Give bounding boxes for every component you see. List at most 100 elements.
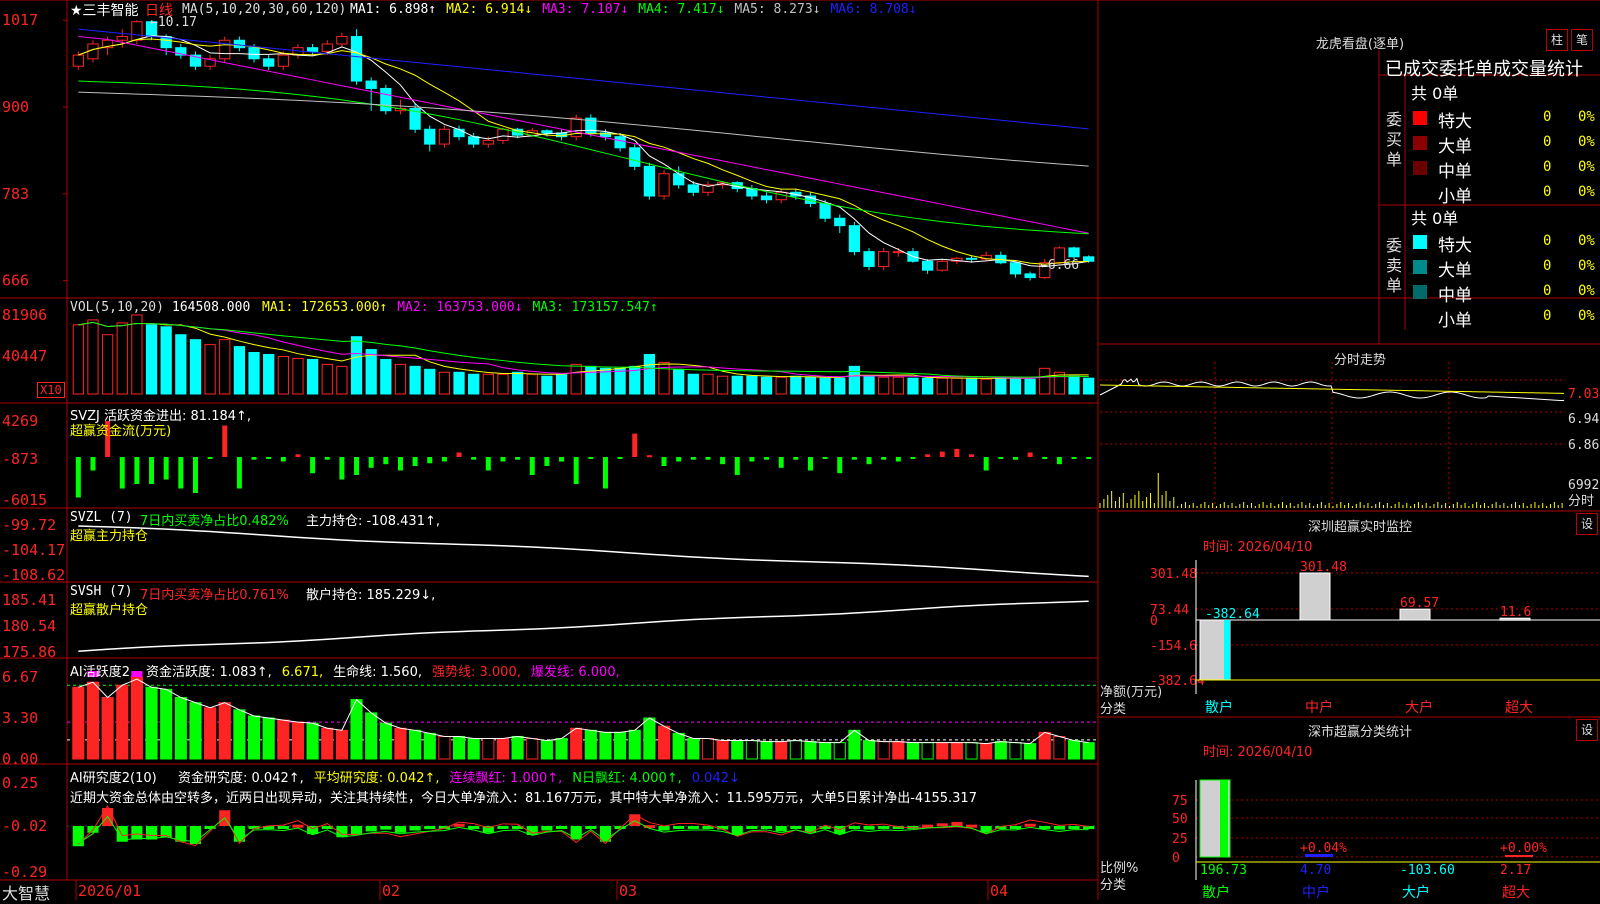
volume-bar xyxy=(468,373,480,395)
ma-value-4: MA4: 7.417↓ xyxy=(638,2,725,17)
sz-monitor-settings-button[interactable]: 设 xyxy=(1576,513,1598,535)
svzj-bar xyxy=(266,457,272,459)
svzj-bar xyxy=(939,451,945,457)
active-bar xyxy=(657,725,671,760)
research-bar xyxy=(658,826,670,831)
active-bar xyxy=(994,741,1007,760)
active-bar xyxy=(423,732,436,760)
sz-monitor-axis-label-2: 分类 xyxy=(1100,702,1127,717)
sell-row-pct-4: 0% xyxy=(1578,308,1595,324)
volume-bar xyxy=(263,353,275,395)
active-bar xyxy=(862,740,876,760)
svzj-bar xyxy=(661,457,667,466)
volume-bar xyxy=(248,352,260,395)
active-bar xyxy=(584,729,597,760)
ai-active-item-2: 6.671, xyxy=(281,665,324,680)
volume-bar xyxy=(277,355,289,395)
sell-row-count-2: 0 xyxy=(1543,258,1552,274)
sz-classify-pct-label: +0.00% xyxy=(1500,841,1547,856)
svzj-bar xyxy=(295,454,301,457)
active-bar xyxy=(526,738,539,760)
volume-bar xyxy=(775,376,787,395)
research-bar xyxy=(409,826,421,831)
research-bar xyxy=(922,824,934,828)
active-bar xyxy=(72,686,85,760)
active-bar xyxy=(262,717,275,760)
sz-classify-title: 深市超赢分类统计 xyxy=(1307,725,1412,740)
active-bar xyxy=(189,702,202,760)
active-bar xyxy=(233,709,246,760)
active-bar xyxy=(1067,740,1081,760)
svzj-bar xyxy=(310,457,316,474)
buy-row-swatch-2 xyxy=(1413,136,1427,150)
volume-bar xyxy=(702,373,714,395)
volume-bar xyxy=(951,377,963,395)
price-tick-label: 783 xyxy=(2,185,29,203)
volume-bar xyxy=(101,334,114,395)
candle-body xyxy=(424,128,436,145)
svsh-title-c: 散户持仓: 185.229↓, xyxy=(306,588,436,603)
svzl-tick-label: -99.72 xyxy=(2,516,56,534)
research-tick-label: 0.25 xyxy=(2,774,38,792)
volume-bar xyxy=(892,376,904,395)
active-bar xyxy=(277,719,290,760)
intraday-tick-label: 6.94 xyxy=(1568,412,1599,427)
vol-tick-label: 81906 xyxy=(2,306,47,324)
volume-bar xyxy=(980,378,992,395)
active-bar xyxy=(877,741,890,760)
period-label[interactable]: 日线 xyxy=(145,0,173,20)
burst-marker xyxy=(131,671,143,677)
svzj-bar xyxy=(324,457,330,460)
ma-indicator-name: MA(5,10,20,30,60,120) xyxy=(182,2,347,17)
svzj-bar xyxy=(1086,457,1092,459)
research-bar xyxy=(131,826,143,840)
sell-total: 共 0单 xyxy=(1411,209,1459,228)
stroke-view-button[interactable]: 笔 xyxy=(1571,29,1593,51)
svzj-bar xyxy=(720,457,726,465)
svsh-tick-label: 175.86 xyxy=(2,643,56,661)
market-chart-canvas[interactable]: 1017900783666←10.17←6.6681906404474269-8… xyxy=(0,0,1600,900)
candle-body xyxy=(687,184,699,193)
ma3-line xyxy=(78,36,1089,234)
svzj-bar xyxy=(1027,452,1033,457)
svzj-bar xyxy=(529,457,535,475)
active-bar xyxy=(247,715,261,760)
column-view-button[interactable]: 柱 xyxy=(1546,29,1568,51)
active-bar xyxy=(1024,743,1037,760)
volume-bar xyxy=(321,363,333,395)
volume-bar xyxy=(189,339,202,395)
svzj-bar xyxy=(471,457,477,460)
sz-classify-settings-button[interactable]: 设 xyxy=(1576,719,1598,741)
svzj-bar xyxy=(163,457,169,480)
active-bar xyxy=(496,738,510,760)
candle-body xyxy=(1024,273,1036,279)
svsh-line xyxy=(78,600,1089,652)
svzj-bar xyxy=(910,457,916,459)
volume-bar xyxy=(511,371,524,395)
ma-value-1: MA1: 6.898↑ xyxy=(350,2,437,17)
volume-bar xyxy=(1083,377,1095,395)
x-axis-label: 02 xyxy=(382,882,400,900)
sz-classify-category: 大户 xyxy=(1402,884,1430,900)
active-bar xyxy=(160,688,173,760)
active-bar xyxy=(379,722,392,760)
ma5-line xyxy=(78,91,1089,167)
svsh-tick-label: 185.41 xyxy=(2,591,56,609)
volume-bar xyxy=(907,377,919,395)
candle-body xyxy=(482,139,494,145)
active-bar xyxy=(204,707,217,760)
ai-research-values: 资金研究度: 0.042↑, 平均研究度: 0.042↑, 连续飘红: 1.000↑… xyxy=(178,767,750,786)
active-bar xyxy=(409,729,422,760)
ma2-line xyxy=(78,38,1089,265)
active-bar xyxy=(291,721,305,760)
candle-body xyxy=(629,147,641,167)
volume-bar xyxy=(673,368,685,395)
sz-classify-category: 散户 xyxy=(1202,884,1230,900)
ai-active-item-1: 资金活跃度: 1.083↑, xyxy=(146,665,272,680)
active-bar xyxy=(819,742,832,760)
sell-row-count-3: 0 xyxy=(1543,283,1552,299)
candle-body xyxy=(263,58,275,67)
active-bar xyxy=(365,712,378,760)
volume-bar xyxy=(380,358,392,395)
volume-bar xyxy=(175,334,187,395)
